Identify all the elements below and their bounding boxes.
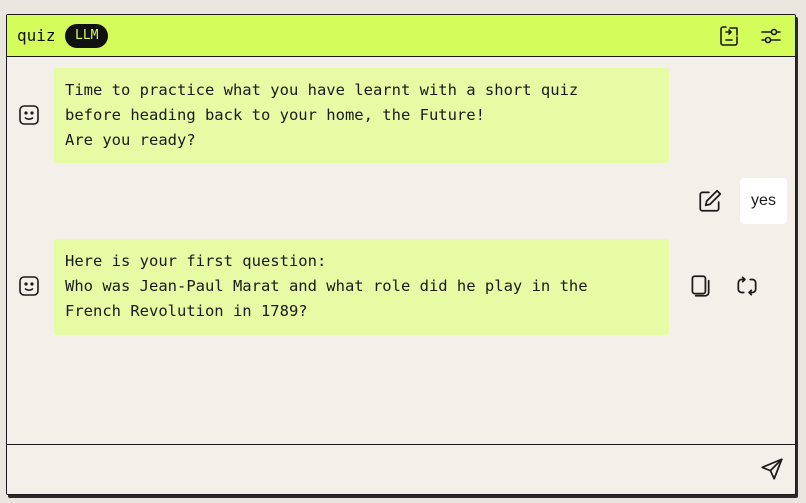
assistant-avatar [17, 103, 41, 127]
chat-title: quiz [17, 26, 56, 45]
assistant-message: Here is your first question: Who was Jea… [54, 239, 669, 335]
user-message: yes [740, 178, 787, 224]
regenerate-icon [737, 276, 757, 296]
chat-window: quiz LLM Time to practice what you have … [6, 14, 796, 495]
send-button[interactable] [759, 456, 785, 482]
regenerate-button[interactable] [734, 273, 760, 299]
message-composer [7, 444, 795, 494]
chat-header: quiz LLM [7, 15, 795, 57]
export-icon [720, 26, 738, 46]
edit-message-button[interactable] [697, 188, 723, 214]
settings-sliders-icon [761, 28, 781, 44]
settings-button[interactable] [759, 24, 783, 48]
send-icon [761, 458, 783, 480]
edit-icon [699, 189, 722, 212]
robot-face-icon [19, 276, 39, 296]
robot-face-icon [19, 105, 39, 125]
message-input[interactable] [17, 453, 741, 487]
export-button[interactable] [717, 24, 741, 48]
copy-icon [691, 275, 710, 297]
assistant-avatar [17, 274, 41, 298]
copy-button[interactable] [687, 273, 713, 299]
assistant-message: Time to practice what you have learnt wi… [54, 68, 669, 163]
model-badge: LLM [65, 24, 109, 48]
